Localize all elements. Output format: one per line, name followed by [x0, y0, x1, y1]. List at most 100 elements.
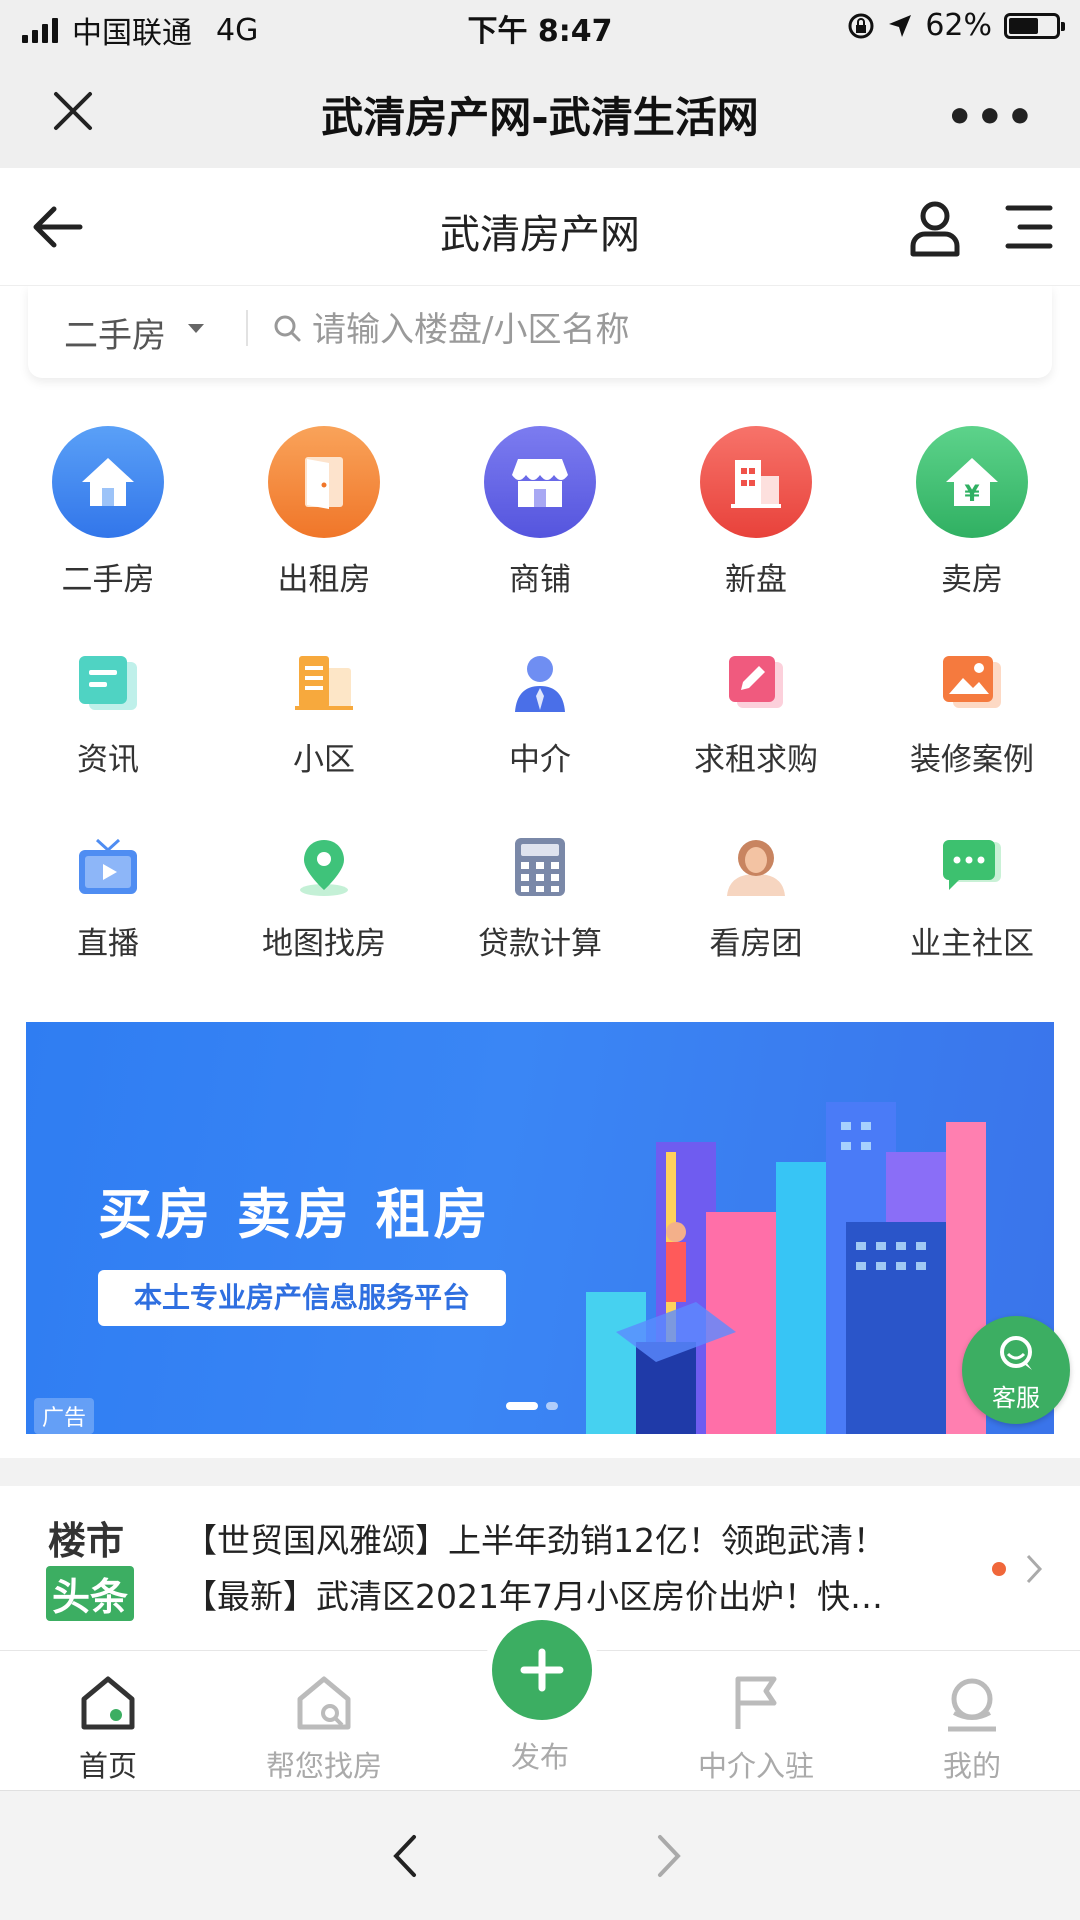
nav-label: 贷款计算: [478, 926, 602, 962]
nav-label: 二手房: [61, 562, 155, 598]
rotation-lock-icon: [848, 13, 874, 38]
nav-label: 看房团: [709, 926, 803, 962]
door-icon: [268, 426, 380, 538]
chevron-right-icon[interactable]: [1024, 1552, 1044, 1586]
tv-play-icon: [70, 832, 146, 902]
agent-icon: [502, 648, 578, 718]
nav-label: 直播: [77, 926, 139, 962]
section-divider: [0, 1458, 1080, 1486]
search-icon: [274, 315, 301, 342]
person-group-icon: [718, 832, 794, 902]
headline-item[interactable]: 【世贸国风雅颂】上半年劲销12亿！领跑武清！: [184, 1514, 944, 1562]
nav-label: 装修案例: [910, 742, 1034, 778]
edit-icon: [718, 648, 794, 718]
tab-label: 中介入驻: [697, 1749, 814, 1783]
customer-service-button[interactable]: 客服: [962, 1316, 1070, 1424]
banner-headline: 买房 卖房 租房: [98, 1183, 492, 1246]
wechat-page-title: 武清房产网-武清生活网: [321, 93, 759, 142]
publish-label: 发布: [510, 1740, 569, 1774]
picture-icon: [934, 648, 1010, 718]
nav-item-second-hand[interactable]: 二手房: [0, 426, 216, 599]
battery-percent: 62%: [925, 8, 992, 43]
nav-item-want-to-rent-buy[interactable]: 求租求购: [648, 648, 864, 779]
search-type-dropdown[interactable]: 二手房: [64, 308, 166, 357]
plus-icon: [520, 1648, 564, 1692]
flag-icon: [735, 1676, 777, 1729]
nav-label: 卖房: [941, 562, 1003, 598]
nav-item-news[interactable]: 资讯: [0, 648, 216, 779]
nav-label: 业主社区: [910, 926, 1034, 962]
nav-item-new-homes[interactable]: 新盘: [648, 426, 864, 599]
nav-item-loan-calculator[interactable]: 贷款计算: [432, 832, 648, 963]
tab-agent-join[interactable]: 中介入驻: [648, 1651, 864, 1790]
headline-item[interactable]: 【最新】武清区2021年7月小区房价出炉！快…: [184, 1570, 944, 1618]
carousel-indicator: [506, 1402, 558, 1410]
site-header: 武清房产网: [0, 168, 1080, 286]
nav-item-rental[interactable]: 出租房: [216, 426, 432, 599]
tab-mine[interactable]: 我的: [864, 1651, 1080, 1790]
tab-home[interactable]: 首页: [0, 1651, 216, 1790]
shop-icon: [484, 426, 596, 538]
news-icon: [70, 648, 146, 718]
customer-service-label: 客服: [992, 1384, 1040, 1412]
nav-label: 求租求购: [694, 742, 818, 778]
browser-back-icon[interactable]: [390, 1833, 418, 1879]
tab-label: 帮您找房: [265, 1749, 382, 1783]
unread-dot: [992, 1562, 1006, 1576]
nav-label: 中介: [509, 742, 571, 778]
tab-label: 首页: [78, 1749, 137, 1783]
home-icon: [81, 1676, 135, 1730]
headline-logo-top: 楼市: [48, 1519, 125, 1563]
nav-item-community[interactable]: 小区: [216, 648, 432, 779]
nav-label: 小区: [293, 742, 355, 778]
svg-text:¥: ¥: [964, 482, 980, 507]
house-icon: [52, 426, 164, 538]
nav-label: 资讯: [77, 742, 139, 778]
city-illustration: [586, 1102, 986, 1434]
chat-bubble-icon: [934, 832, 1010, 902]
tab-label: 我的: [942, 1749, 1001, 1783]
nav-row-primary: 二手房 出租房 商铺 新盘 ¥ 卖房: [0, 426, 1080, 599]
ad-tag: 广告: [34, 1398, 95, 1434]
nav-label: 商铺: [509, 562, 571, 598]
promo-banner[interactable]: 买房 卖房 租房 本土专业房产信息服务平台 广告: [26, 1022, 1054, 1434]
nav-item-viewing-group[interactable]: 看房团: [648, 832, 864, 963]
browser-nav-bar: [0, 1790, 1080, 1920]
nav-item-live[interactable]: 直播: [0, 832, 216, 963]
house-yen-icon: ¥: [916, 426, 1028, 538]
browser-forward-icon[interactable]: [656, 1833, 684, 1879]
banner-subtitle: 本土专业房产信息服务平台: [98, 1270, 506, 1326]
house-search-icon: [297, 1676, 351, 1730]
nav-item-shop[interactable]: 商铺: [432, 426, 648, 599]
nav-label: 出租房: [277, 562, 371, 598]
profile-icon: [948, 1678, 996, 1732]
battery-icon: [1004, 12, 1065, 39]
wechat-title-bar: 武清房产网-武清生活网 •••: [0, 52, 1080, 168]
nav-item-sell-home[interactable]: ¥ 卖房: [864, 426, 1080, 599]
user-icon[interactable]: [908, 198, 962, 258]
nav-row-secondary: 资讯 小区 中介 求租求购 装修案例: [0, 648, 1080, 779]
nav-label: 地图找房: [262, 926, 386, 962]
status-bar: 中国联通 4G 下午 8:47 62%: [0, 0, 1080, 52]
nav-item-agent[interactable]: 中介: [432, 648, 648, 779]
nav-row-tertiary: 直播 地图找房 贷款计算 看房团 业主社区: [0, 832, 1080, 963]
nav-label: 新盘: [725, 562, 787, 598]
calculator-icon: [502, 832, 578, 902]
nav-item-owner-community[interactable]: 业主社区: [864, 832, 1080, 963]
building-icon: [700, 426, 812, 538]
community-icon: [286, 648, 362, 718]
more-options-button[interactable]: •••: [946, 92, 1036, 143]
page-content: 二手房 二手房 出租房 商铺: [0, 286, 1080, 1650]
menu-icon[interactable]: [1004, 202, 1054, 252]
publish-button[interactable]: [492, 1620, 592, 1720]
search-bar: 二手房: [28, 286, 1052, 378]
chat-service-icon: [1000, 1336, 1032, 1370]
nav-item-decoration-cases[interactable]: 装修案例: [864, 648, 1080, 779]
headline-logo-bottom: 头条: [46, 1566, 135, 1621]
search-divider: [246, 310, 248, 346]
tab-find-house[interactable]: 帮您找房: [216, 1651, 432, 1790]
map-pin-icon: [286, 832, 362, 902]
dropdown-caret-icon[interactable]: [188, 324, 204, 333]
search-input[interactable]: [310, 302, 1010, 358]
nav-item-map-search[interactable]: 地图找房: [216, 832, 432, 963]
